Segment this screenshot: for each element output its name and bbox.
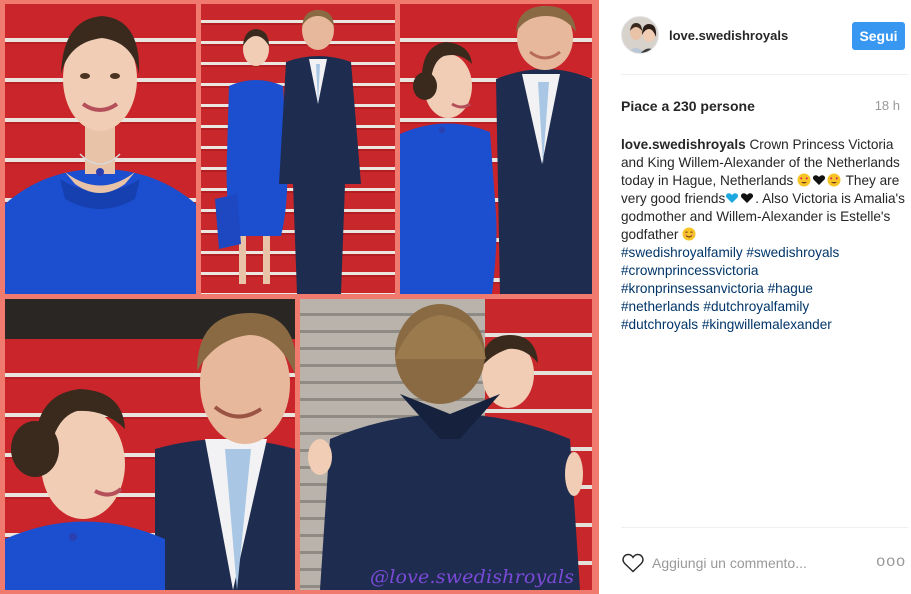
black-heart-emoji-icon <box>813 175 826 185</box>
post-sidebar: love.swedishroyals Segui Piace a 230 per… <box>600 0 911 594</box>
hashtag-link[interactable]: #hague <box>768 281 813 296</box>
hashtag-link[interactable]: #netherlands <box>621 299 700 314</box>
post-caption: love.swedishroyals Crown Princess Victor… <box>621 136 909 334</box>
caption-username-link[interactable]: love.swedishroyals <box>621 137 746 152</box>
photo-embrace <box>300 299 592 590</box>
heart-eyes-emoji-icon <box>797 173 811 187</box>
victoria-and-king-illustration <box>400 6 592 294</box>
blue-heart-emoji-icon <box>726 193 739 203</box>
follow-button[interactable]: Segui <box>852 22 905 50</box>
embrace-illustration <box>308 304 583 590</box>
likes-count[interactable]: Piace a 230 persone <box>621 98 755 114</box>
post-time[interactable]: 18 h <box>875 98 900 113</box>
closeup-smiling-illustration <box>5 299 295 590</box>
post-header: love.swedishroyals Segui <box>621 16 908 58</box>
divider <box>621 527 908 528</box>
username-link[interactable]: love.swedishroyals <box>669 28 788 43</box>
hashtag-link[interactable]: #kingwillemalexander <box>702 317 832 332</box>
hashtag-link[interactable]: #crownprincessvictoria <box>621 263 759 278</box>
caption-emoji-group-3 <box>682 227 697 242</box>
caption-emoji-group-1 <box>797 173 846 188</box>
like-heart-icon[interactable] <box>621 551 645 575</box>
caption-emoji-group-2 <box>725 191 755 206</box>
post-image[interactable]: @love.swedishroyals <box>0 0 599 594</box>
avatar[interactable] <box>621 16 659 54</box>
photo-victoria-portrait <box>5 4 196 294</box>
black-heart-emoji-icon <box>741 193 754 203</box>
victoria-portrait-illustration <box>5 16 196 294</box>
couple-on-stairs-illustration <box>215 10 361 294</box>
heart-eyes-emoji-icon <box>827 173 841 187</box>
smiling-face-emoji-icon <box>682 227 696 241</box>
hashtag-link[interactable]: #swedishroyalfamily <box>621 245 743 260</box>
photo-closeup-smiling <box>5 299 295 590</box>
hashtag-link[interactable]: #dutchroyalfamily <box>703 299 809 314</box>
divider <box>621 74 908 75</box>
hashtag-link[interactable]: #kronprinsessanvictoria <box>621 281 764 296</box>
photo-couple-on-stairs <box>201 4 395 294</box>
photo-victoria-and-king-talking <box>400 4 592 294</box>
avatar-image <box>622 17 658 53</box>
hashtag-link[interactable]: #dutchroyals <box>621 317 698 332</box>
hashtag-link[interactable]: #swedishroyals <box>746 245 839 260</box>
watermark: @love.swedishroyals <box>370 566 575 588</box>
comment-input[interactable] <box>652 551 852 575</box>
more-options-icon[interactable]: ooo <box>876 553 906 571</box>
